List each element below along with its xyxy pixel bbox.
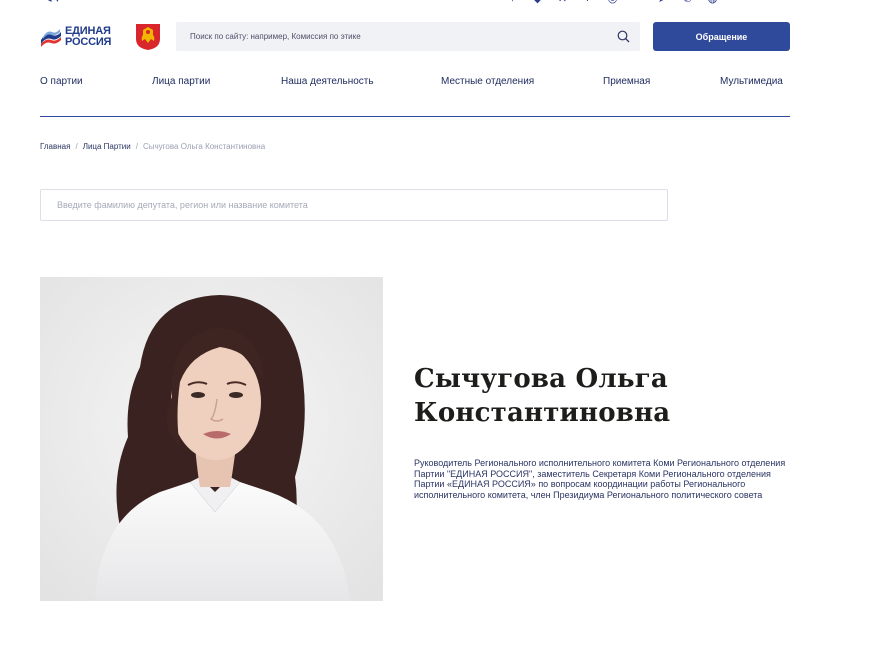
deputy-search xyxy=(40,189,668,221)
main-nav: О партии Лица партии Наша деятельность М… xyxy=(40,76,790,90)
social-strip: ◂ ▾ ✦ ◆ ✕ f ◎ ▪ ➤ ✆ ◍ xyxy=(0,0,892,6)
person-name: Сычугова Ольга Константиновна xyxy=(414,362,794,430)
person-bio: Руководитель Регионального исполнительно… xyxy=(414,458,786,500)
portrait-image xyxy=(40,277,383,601)
komi-crest-icon xyxy=(136,24,160,50)
party-logo[interactable]: ЕДИНАЯ РОССИЯ xyxy=(40,24,122,50)
logo-text-line2: РОССИЯ xyxy=(65,36,112,48)
nav-item-reception[interactable]: Приемная xyxy=(603,76,650,87)
social-icons: ✦ ◆ ✕ f ◎ ▪ ➤ ✆ ◍ xyxy=(500,0,725,5)
person-portrait xyxy=(40,277,383,601)
breadcrumb-home[interactable]: Главная xyxy=(40,142,70,151)
person-name-line1: Сычугова Ольга xyxy=(414,364,668,394)
appeal-button[interactable]: Обращение xyxy=(653,22,790,51)
twitter-icon[interactable]: ✦ xyxy=(500,0,525,5)
globe-icon[interactable]: ◍ xyxy=(700,0,725,5)
x-icon[interactable]: ✕ xyxy=(550,0,575,5)
nav-item-local-branches[interactable]: Местные отделения xyxy=(441,76,534,87)
search-icon[interactable] xyxy=(617,30,630,43)
odnoklassniki-icon[interactable]: ◆ xyxy=(525,0,550,5)
location-icon[interactable]: ◂ ▾ xyxy=(46,0,60,5)
site-search xyxy=(176,22,640,51)
deputy-search-input[interactable] xyxy=(41,190,667,220)
nav-item-activity[interactable]: Наша деятельность xyxy=(281,76,374,87)
nav-item-about[interactable]: О партии xyxy=(40,76,83,87)
person-name-line2: Константиновна xyxy=(414,398,671,428)
breadcrumb-separator: / xyxy=(75,142,78,151)
nav-item-faces[interactable]: Лица партии xyxy=(152,76,210,87)
telegram-icon[interactable]: ➤ xyxy=(650,0,675,5)
phone-icon[interactable]: ✆ xyxy=(675,0,700,5)
facebook-icon[interactable]: f xyxy=(575,0,600,5)
bear-flag-icon xyxy=(41,29,61,47)
nav-item-multimedia[interactable]: Мультимедиа xyxy=(720,76,783,87)
instagram-icon[interactable]: ◎ xyxy=(600,0,625,5)
breadcrumb: Главная / Лица Партии / Сычугова Ольга К… xyxy=(40,142,265,151)
breadcrumb-section[interactable]: Лица Партии xyxy=(83,142,131,151)
vk-icon[interactable]: ▪ xyxy=(625,0,650,5)
nav-divider xyxy=(40,116,790,117)
breadcrumb-separator: / xyxy=(135,142,138,151)
site-search-input[interactable] xyxy=(176,22,596,51)
breadcrumb-current: Сычугова Ольга Константиновна xyxy=(142,142,266,151)
